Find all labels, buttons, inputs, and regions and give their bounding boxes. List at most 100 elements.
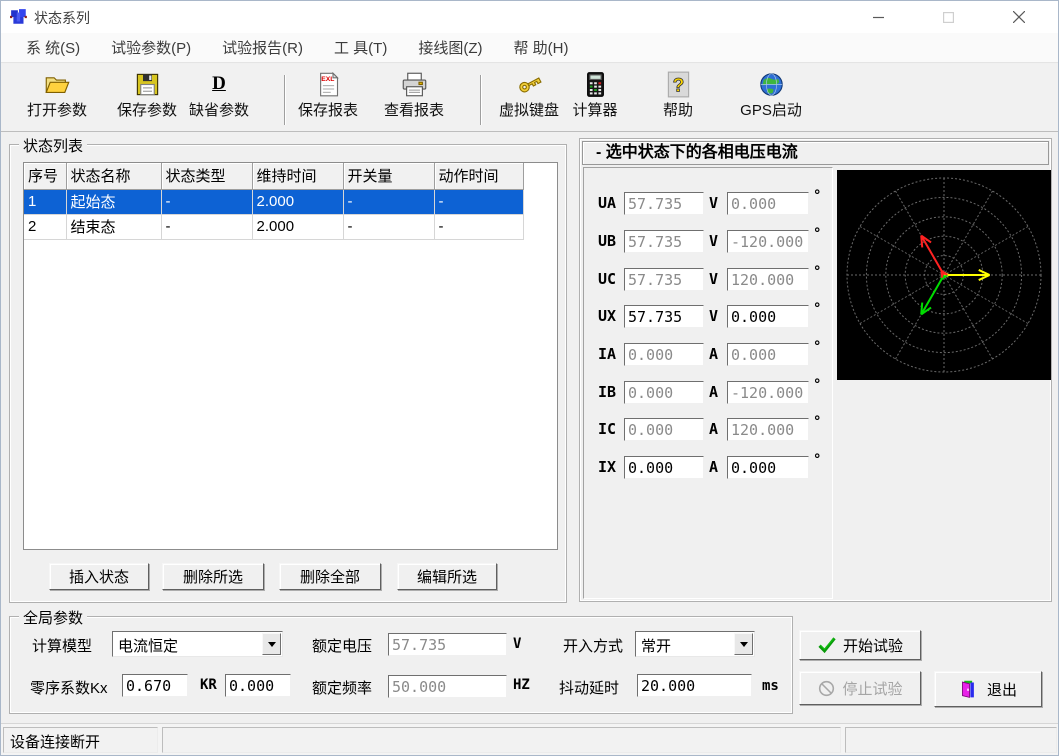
zero-seq-kx-label: 零序系数Kx — [30, 677, 108, 698]
gps-start-button[interactable]: GPS启动 — [723, 71, 819, 120]
minimize-button[interactable] — [855, 1, 901, 33]
input-mode-combo[interactable]: 常开 — [635, 631, 755, 657]
column-header-0: 序号 — [24, 163, 66, 189]
phase-panel-title: - 选中状态下的各相电压电流 — [582, 141, 1049, 165]
kr-label: KR — [200, 677, 217, 693]
chevron-down-icon[interactable] — [262, 633, 281, 655]
menu-item-3[interactable]: 工 具(T) — [334, 37, 387, 58]
phase-label: IB — [598, 383, 616, 401]
menu-item-0[interactable]: 系 统(S) — [26, 37, 80, 58]
toolbar: 打开参数 保存参数 D 缺省参数 EXL — [1, 64, 1058, 132]
phase-unit: V — [709, 194, 718, 212]
phase-label: IC — [598, 420, 616, 438]
status-panel-3 — [845, 727, 1057, 753]
exit-door-icon — [959, 679, 980, 700]
ux-magnitude-input[interactable] — [624, 305, 704, 328]
close-button[interactable] — [996, 1, 1042, 33]
uc-angle-input — [727, 268, 809, 291]
degree-symbol: ° — [813, 188, 821, 204]
status-bar: 设备连接断开 — [1, 723, 1058, 756]
save-report-button[interactable]: EXL 保存报表 — [292, 71, 364, 120]
degree-symbol: ° — [813, 226, 821, 242]
degree-symbol: ° — [813, 301, 821, 317]
menu-item-5[interactable]: 帮 助(H) — [513, 37, 568, 58]
phase-label: UX — [598, 307, 616, 325]
state-table[interactable]: 序号状态名称状态类型维持时间开关量动作时间 1起始态-2.000--2结束态-2… — [23, 162, 558, 550]
globe-icon — [758, 71, 785, 98]
kr-input[interactable] — [225, 674, 291, 697]
save-params-button[interactable]: 保存参数 — [111, 71, 183, 120]
chevron-down-icon[interactable] — [734, 633, 753, 655]
phase-row-ux: UXV° — [580, 305, 836, 329]
title-bar: 状态系列 — [1, 1, 1058, 33]
help-button[interactable]: ? 帮助 — [648, 71, 708, 120]
exit-button[interactable]: 退出 — [934, 671, 1042, 707]
rated-freq-input — [388, 675, 507, 698]
degree-symbol: ° — [813, 339, 821, 355]
table-row[interactable]: 2结束态-2.000-- — [24, 214, 523, 239]
toolbar-separator — [284, 75, 286, 125]
open-params-button[interactable]: 打开参数 — [21, 71, 93, 120]
degree-symbol: ° — [813, 377, 821, 393]
phase-label: UB — [598, 232, 616, 250]
phase-unit: A — [709, 420, 718, 438]
phase-row-uc: UCV° — [580, 268, 836, 292]
ux-angle-input[interactable] — [727, 305, 809, 328]
start-test-button[interactable]: 开始试验 — [799, 630, 921, 660]
column-header-3: 维持时间 — [252, 163, 343, 189]
ia-magnitude-input — [624, 343, 704, 366]
jitter-delay-label: 抖动延时 — [559, 677, 619, 698]
ub-magnitude-input — [624, 230, 704, 253]
virtual-keyboard-button[interactable]: 虚拟键盘 — [493, 71, 565, 120]
delete-all-button[interactable]: 删除全部 — [279, 563, 381, 590]
minimize-icon — [873, 12, 884, 23]
maximize-button — [925, 1, 971, 33]
status-panel-2 — [162, 727, 841, 753]
input-mode-label: 开入方式 — [563, 635, 623, 656]
menu-item-2[interactable]: 试验报告(R) — [222, 37, 303, 58]
ix-angle-input[interactable] — [727, 456, 809, 479]
ic-magnitude-input — [624, 418, 704, 441]
menu-bar: 系 统(S) 试验参数(P) 试验报告(R) 工 具(T) 接线图(Z) 帮 助(H) — [1, 33, 1058, 63]
letter-d-icon: D — [183, 71, 255, 98]
calculator-button[interactable]: 计算器 — [559, 71, 631, 120]
svg-text:?: ? — [672, 75, 684, 96]
rated-voltage-unit: V — [513, 636, 521, 652]
default-params-button[interactable]: D 缺省参数 — [183, 71, 255, 120]
view-report-button[interactable]: 查看报表 — [378, 71, 450, 120]
ix-magnitude-input[interactable] — [624, 456, 704, 479]
edit-selected-button[interactable]: 编辑所选 — [397, 563, 497, 590]
jitter-delay-input[interactable] — [637, 674, 752, 697]
calc-model-label: 计算模型 — [32, 635, 92, 656]
maximize-icon — [943, 12, 954, 23]
delete-selected-button[interactable]: 删除所选 — [162, 563, 264, 590]
device-status: 设备连接断开 — [3, 727, 158, 753]
column-header-4: 开关量 — [343, 163, 434, 189]
phase-row-ib: IBA° — [580, 381, 836, 405]
ib-angle-input — [727, 381, 809, 404]
ub-angle-input — [727, 230, 809, 253]
insert-state-button[interactable]: 插入状态 — [49, 563, 149, 590]
app-icon — [10, 8, 28, 26]
calc-model-combo[interactable]: 电流恒定 — [112, 631, 283, 657]
degree-symbol: ° — [813, 452, 821, 468]
table-row[interactable]: 1起始态-2.000-- — [24, 189, 523, 214]
phase-label: IA — [598, 345, 616, 363]
rated-voltage-input — [388, 633, 507, 656]
check-icon — [817, 635, 837, 655]
key-icon — [516, 71, 543, 98]
close-icon — [1013, 11, 1025, 23]
menu-item-4[interactable]: 接线图(Z) — [418, 37, 482, 58]
window-title: 状态系列 — [34, 8, 90, 28]
phase-label: UC — [598, 270, 616, 288]
toolbar-separator — [480, 75, 482, 125]
phase-row-ua: UAV° — [580, 192, 836, 216]
global-params-group: 全局参数 计算模型 电流恒定 额定电压 V 开入方式 常开 零序系数Kx KR … — [9, 616, 793, 714]
zero-seq-kx-input[interactable] — [122, 674, 188, 697]
degree-symbol: ° — [813, 264, 821, 280]
ib-magnitude-input — [624, 381, 704, 404]
menu-item-1[interactable]: 试验参数(P) — [111, 37, 191, 58]
stop-test-button: 停止试验 — [799, 671, 921, 705]
app-window: 状态系列 系 统(S) 试验参数(P) 试验报告(R) 工 具(T) 接线图(Z) 帮 助… — [0, 0, 1059, 756]
ia-angle-input — [727, 343, 809, 366]
